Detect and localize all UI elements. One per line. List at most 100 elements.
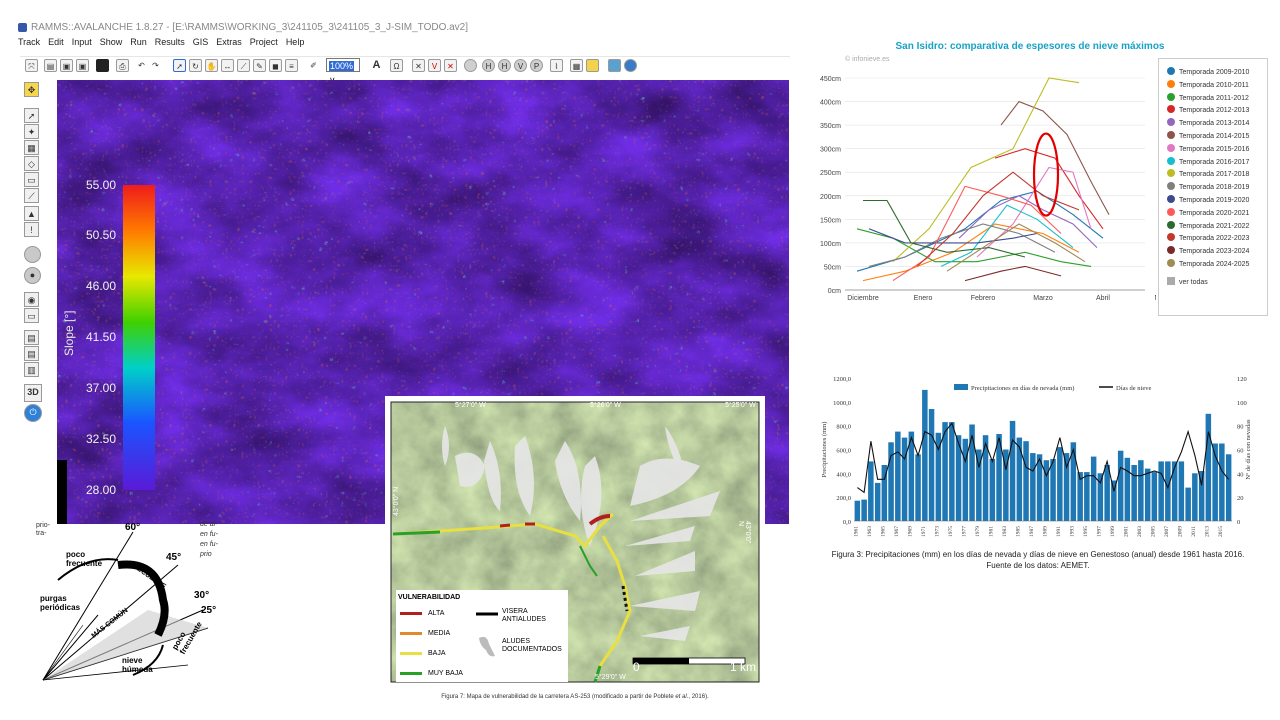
table-icon[interactable]: ▦ [24,140,39,155]
legend-item[interactable]: Temporada 2010-2011 [1167,79,1249,89]
eraser-icon[interactable]: ✐ [307,59,320,72]
profile-view-icon[interactable]: ▲ [24,206,39,221]
palette-icon[interactable]: ▭ [24,172,39,187]
view-3d-icon[interactable]: 3D [24,384,42,402]
legend-label: Temporada 2023-2024 [1179,248,1250,256]
chart2-xtick: 1987 [1029,526,1035,537]
legend-label: Temporada 2013-2014 [1179,120,1250,128]
legend-item[interactable]: Temporada 2016-2017 [1167,156,1249,166]
legend-label: MUY BAJA [428,670,463,677]
disabled-circle-icon[interactable] [464,59,477,72]
p-icon[interactable]: P [530,59,543,72]
v-icon[interactable]: V [514,59,527,72]
lightbulb-icon[interactable]: ✦ [24,124,39,139]
power-icon[interactable]: ⏻ [24,404,42,422]
move-arrow-icon[interactable]: ✥ [24,82,39,97]
shape-icon[interactable]: ◇ [24,156,39,171]
black-square-icon[interactable] [96,59,109,72]
save-as-icon[interactable]: ▣ [76,59,89,72]
map-export-icon[interactable] [608,59,621,72]
chart2-y2tick: 0 [1237,519,1240,526]
menu-results[interactable]: Results [155,37,185,47]
redo-icon[interactable]: ↷ [149,59,162,72]
legend-label: Temporada 2018-2019 [1179,184,1250,192]
eye-icon[interactable]: ◉ [24,292,39,307]
cross-tool-icon[interactable]: ✕ [412,59,425,72]
rotate-icon[interactable]: ↻ [189,59,202,72]
legend-item[interactable]: Temporada 2009-2010 [1167,67,1249,76]
move-icon[interactable]: ↔ [221,59,234,72]
chart2-bar [1111,480,1117,521]
figure7-caption: Figura 7: Mapa de vulnerabilidad de la c… [441,694,709,700]
layers-icon[interactable]: ≡ [285,59,298,72]
vertex-icon[interactable]: V [428,59,441,72]
sphere-icon[interactable] [24,246,41,263]
draw-icon[interactable]: ✎ [253,59,266,72]
legend-item[interactable]: Temporada 2022-2023 [1167,233,1249,242]
chart2-xtick: 1983 [1002,526,1008,537]
menu-track[interactable]: Track [18,37,40,47]
pan-hand-icon[interactable]: ✋ [205,59,218,72]
legend-item[interactable]: Temporada 2018-2019 [1167,182,1249,191]
delete-point-icon[interactable]: ✕ [444,59,457,72]
doc-icon[interactable]: ▤ [24,330,39,345]
legend-item[interactable]: Temporada 2020-2021 [1167,207,1249,217]
cursor-icon[interactable]: ➚ [24,108,39,123]
legend-item[interactable]: Temporada 2012-2013 [1167,105,1249,114]
alert-icon[interactable]: ! [24,222,39,237]
chart-icon[interactable]: ⌇ [550,59,563,72]
menu-edit[interactable]: Edit [48,37,64,47]
chart2-ytick: 400,0 [836,471,851,478]
legend-item[interactable]: Temporada 2013-2014 [1167,118,1249,127]
doc3-icon[interactable]: ▥ [24,362,39,377]
legend-show-all[interactable]: ver todas [1167,277,1208,286]
chart2-bar [922,389,928,521]
select-arrow-icon[interactable]: ➚ [173,59,186,72]
legend-dot-icon [1167,233,1175,242]
folder-icon[interactable] [586,59,599,72]
h1-icon[interactable]: H [482,59,495,72]
legend-item[interactable]: Temporada 2021-2022 [1167,220,1249,230]
menu-extras[interactable]: Extras [216,37,242,47]
undo-icon[interactable]: ↶ [135,59,148,72]
legend-item[interactable]: Temporada 2014-2015 [1167,131,1249,140]
color-icon[interactable]: ◼ [269,59,282,72]
legend-item[interactable]: Temporada 2017-2018 [1167,169,1249,178]
doc2-icon[interactable]: ▤ [24,346,39,361]
chart2-bar [1016,437,1023,521]
legend-item[interactable]: Temporada 2019-2020 [1167,195,1249,204]
chart2-xtick: 2009 [1177,526,1183,537]
lat-label: 43°0'0" N [737,521,751,544]
menu-gis[interactable]: GIS [193,37,209,47]
chart2-bar [1104,465,1110,521]
chart2-legend-line: Días de nieve [1116,385,1151,392]
legend-item[interactable]: Temporada 2023-2024 [1167,246,1249,255]
image-icon[interactable]: ▭ [24,308,39,323]
save-icon[interactable]: ▣ [60,59,73,72]
text-tool-icon[interactable]: A [370,59,383,72]
open-folder-icon[interactable]: ▤ [44,59,57,72]
profile-icon[interactable]: ⟋ [237,59,250,72]
sphere-dot-icon[interactable]: ● [24,267,41,284]
chart2-bar [1151,472,1158,521]
zoom-select[interactable]: 100% ∨ [326,58,360,85]
legend-item[interactable]: Temporada 2011-2012 [1167,92,1249,102]
vulnerability-legend: VULNERABILIDAD ALTA MEDIA BAJA MUY BAJA VIS… [396,590,568,682]
legend-label: Temporada 2012-2013 [1179,107,1250,115]
chart2-bar [1131,465,1137,521]
globe-icon[interactable] [624,59,637,72]
omega-icon[interactable]: Ω [390,59,403,72]
menu-project[interactable]: Project [250,37,278,47]
print-icon[interactable]: ⎙ [116,59,129,72]
menu-input[interactable]: Input [72,37,92,47]
menu-show[interactable]: Show [100,37,123,47]
menu-run[interactable]: Run [130,37,147,47]
chart2-bar [874,482,881,521]
legend-item[interactable]: Temporada 2024-2025 [1167,259,1249,268]
fit-view-icon[interactable]: ⤧ [25,59,38,72]
menu-help[interactable]: Help [286,37,305,47]
h2-icon[interactable]: H [498,59,511,72]
ruler-icon[interactable]: ⟋ [24,188,39,203]
legend-item[interactable]: Temporada 2015-2016 [1167,143,1249,153]
grid-icon[interactable]: ▦ [570,59,583,72]
